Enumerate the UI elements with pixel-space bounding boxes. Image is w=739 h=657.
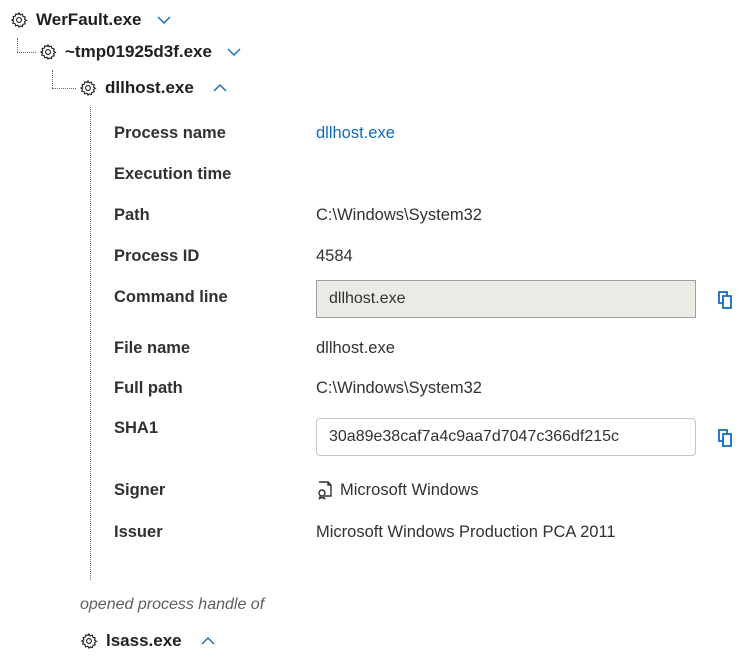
tree-connector-line [17,52,36,53]
copy-icon[interactable] [716,290,734,310]
chevron-up-icon[interactable] [200,633,216,649]
command-line-label: Command line [114,288,228,306]
tree-connector-line [90,107,91,580]
node-label: WerFault.exe [36,10,142,29]
process-id-value: 4584 [316,247,353,265]
chevron-down-icon[interactable] [226,44,242,60]
process-name-label: Process name [114,124,226,142]
sha1-field[interactable]: 30a89e38caf7a4c9aa7d7047c366df215c [316,418,696,456]
signer-value: Microsoft Windows [340,480,479,499]
process-name-link[interactable]: dllhost.exe [316,124,395,143]
tree-node-dllhost[interactable]: dllhost.exe [79,78,228,98]
copy-icon[interactable] [716,428,734,448]
file-name-label: File name [114,339,191,357]
chevron-down-icon[interactable] [156,12,172,28]
node-label: dllhost.exe [105,78,194,97]
full-path-value: C:\Windows\System32 [316,379,482,397]
full-path-label: Full path [114,379,183,397]
tree-node-lsass[interactable]: lsass.exe [80,631,216,651]
issuer-label: Issuer [114,523,163,541]
tree-connector-line [52,88,76,89]
tree-node-tmp[interactable]: ~tmp01925d3f.exe [39,42,242,62]
issuer-value: Microsoft Windows Production PCA 2011 [316,523,616,541]
file-name-value: dllhost.exe [316,339,395,357]
tree-connector-line [17,38,18,52]
gear-icon [10,11,28,29]
command-line-field[interactable]: dllhost.exe [316,280,696,318]
path-value: C:\Windows\System32 [316,206,482,224]
signer-label: Signer [114,481,166,499]
path-label: Path [114,206,150,224]
command-line-value: dllhost.exe [329,290,406,307]
node-label: ~tmp01925d3f.exe [65,42,212,61]
certificate-icon [318,481,332,500]
sha1-label: SHA1 [114,419,159,437]
signer-value-row: Microsoft Windows [316,480,478,500]
tree-node-werfault[interactable]: WerFault.exe [10,10,172,30]
tree-connector-line [52,70,53,88]
chevron-up-icon[interactable] [212,80,228,96]
process-id-label: Process ID [114,247,200,265]
gear-icon [79,79,97,97]
sha1-value: 30a89e38caf7a4c9aa7d7047c366df215c [329,428,620,445]
node-label: lsass.exe [106,631,182,650]
relationship-caption: opened process handle of [80,596,265,613]
gear-icon [39,43,57,61]
gear-icon [80,632,98,650]
execution-time-label: Execution time [114,165,232,183]
